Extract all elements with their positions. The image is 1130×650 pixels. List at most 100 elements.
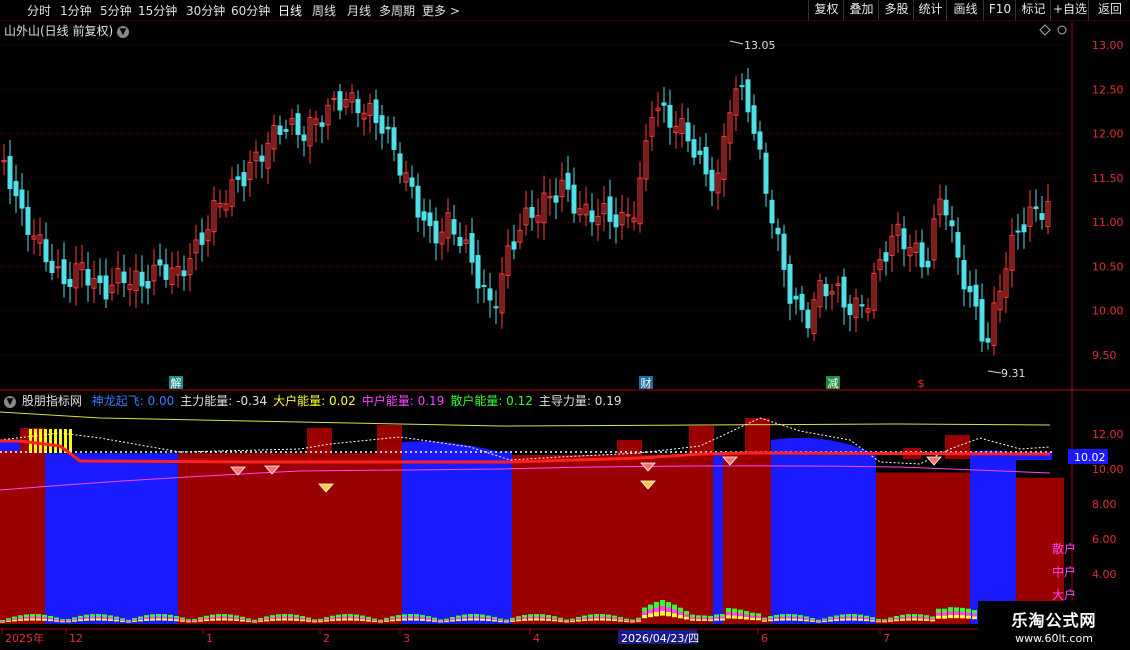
toolbar-button[interactable]: +自选 bbox=[1050, 0, 1089, 20]
volume-yellow bbox=[906, 618, 911, 621]
volume-yellow bbox=[474, 618, 479, 621]
volume-yellow bbox=[894, 619, 899, 622]
volume-red bbox=[588, 614, 593, 618]
chevron-down-icon[interactable]: ▼ bbox=[4, 395, 16, 408]
red-bump bbox=[617, 440, 642, 459]
volume-red bbox=[624, 618, 629, 621]
volume-green bbox=[456, 615, 461, 618]
period-tab[interactable]: 1分钟 bbox=[60, 2, 92, 19]
candle-body bbox=[379, 115, 385, 134]
volume-magenta bbox=[18, 617, 23, 620]
volume-magenta bbox=[546, 617, 551, 620]
volume-green bbox=[678, 607, 683, 612]
diamond-marker bbox=[722, 456, 738, 466]
volume-magenta bbox=[540, 616, 545, 619]
volume-red bbox=[306, 617, 311, 620]
toolbar-button[interactable]: F10 bbox=[983, 0, 1016, 20]
volume-yellow bbox=[720, 618, 725, 621]
volume-green bbox=[246, 618, 251, 620]
time-label: 6 bbox=[761, 632, 768, 645]
volume-yellow bbox=[384, 620, 389, 622]
toolbar-button[interactable]: 标记 bbox=[1015, 0, 1051, 20]
volume-green bbox=[432, 617, 437, 620]
period-tab[interactable]: 日线 bbox=[278, 2, 302, 19]
candle-body bbox=[415, 185, 421, 218]
event-marker-bg bbox=[169, 376, 183, 389]
candle-body bbox=[313, 118, 319, 126]
candle-body bbox=[571, 184, 577, 214]
volume-red bbox=[120, 618, 125, 621]
toolbar-button[interactable]: 画线 bbox=[946, 0, 984, 20]
volume-green bbox=[312, 619, 317, 621]
y-tick-label: 12.00 bbox=[1092, 128, 1124, 141]
candle-body bbox=[385, 126, 391, 130]
volume-yellow bbox=[306, 620, 311, 622]
volume-yellow bbox=[204, 619, 209, 622]
toolbar-button[interactable]: 复权 bbox=[808, 0, 844, 20]
event-marker: $ bbox=[918, 377, 925, 390]
circle-icon bbox=[1057, 25, 1067, 35]
candle-body bbox=[265, 142, 271, 169]
time-label: 2 bbox=[323, 632, 330, 645]
volume-yellow bbox=[636, 620, 641, 622]
volume-yellow bbox=[540, 618, 545, 621]
candle-body bbox=[13, 180, 19, 197]
volume-yellow bbox=[138, 619, 143, 622]
volume-yellow bbox=[240, 620, 245, 622]
candle-body bbox=[319, 122, 325, 127]
legend-item: 神龙起飞: 0.00 bbox=[91, 394, 175, 408]
candle-body bbox=[79, 262, 85, 271]
energy-zone bbox=[178, 453, 402, 624]
volume-green bbox=[18, 615, 23, 618]
period-tab[interactable]: 周线 bbox=[312, 2, 336, 19]
period-tab[interactable]: 分时 bbox=[27, 2, 51, 19]
toolbar-button[interactable]: 叠加 bbox=[843, 0, 879, 20]
y-tick-label: 9.50 bbox=[1092, 349, 1117, 362]
volume-red bbox=[228, 614, 233, 618]
volume-red bbox=[204, 615, 209, 619]
volume-red bbox=[390, 616, 395, 620]
candle-body bbox=[667, 104, 673, 128]
candle-body bbox=[523, 207, 529, 226]
volume-magenta bbox=[672, 609, 677, 614]
main-chart[interactable]: 13.00 12.50 12.00 11.50 11.00 10.50 10.00 9.50 1… bbox=[0, 0, 1130, 650]
candle-body bbox=[511, 241, 517, 250]
volume-red bbox=[258, 618, 263, 621]
volume-red bbox=[816, 619, 821, 622]
volume-magenta bbox=[138, 618, 143, 620]
volume-magenta bbox=[684, 614, 689, 617]
period-tab[interactable]: 月线 bbox=[347, 2, 371, 19]
period-tab[interactable]: 15分钟 bbox=[138, 2, 177, 19]
yellow-bar bbox=[49, 429, 52, 453]
volume-magenta bbox=[552, 618, 557, 620]
candle-body bbox=[445, 212, 451, 239]
candle-body bbox=[691, 139, 697, 158]
volume-red bbox=[852, 614, 857, 618]
toolbar-button[interactable]: 统计 bbox=[913, 0, 947, 20]
volume-red bbox=[900, 614, 905, 619]
candle-body bbox=[229, 179, 235, 207]
period-tab[interactable]: 60分钟 bbox=[231, 2, 270, 19]
period-tab[interactable]: 30分钟 bbox=[186, 2, 225, 19]
volume-red bbox=[210, 614, 215, 618]
volume-magenta bbox=[618, 618, 623, 621]
period-tab[interactable]: 多周期 bbox=[379, 2, 415, 19]
period-tab[interactable]: 更多 > bbox=[422, 2, 460, 19]
volume-magenta bbox=[342, 616, 347, 619]
volume-red bbox=[150, 614, 155, 618]
chevron-down-icon[interactable]: ▼ bbox=[117, 25, 130, 38]
volume-green bbox=[918, 614, 923, 617]
period-tab[interactable]: 5分钟 bbox=[100, 2, 132, 19]
volume-yellow bbox=[846, 618, 851, 621]
volume-yellow bbox=[912, 618, 917, 621]
toolbar-button[interactable]: 多股 bbox=[878, 0, 914, 20]
volume-magenta bbox=[726, 612, 731, 616]
blue-block bbox=[1016, 452, 1052, 460]
volume-red bbox=[570, 618, 575, 621]
volume-yellow bbox=[768, 619, 773, 622]
volume-yellow bbox=[30, 618, 35, 621]
volume-red bbox=[114, 616, 119, 620]
toolbar-button[interactable]: 返回 bbox=[1088, 0, 1130, 20]
candle-body bbox=[625, 214, 631, 217]
volume-yellow bbox=[480, 618, 485, 621]
